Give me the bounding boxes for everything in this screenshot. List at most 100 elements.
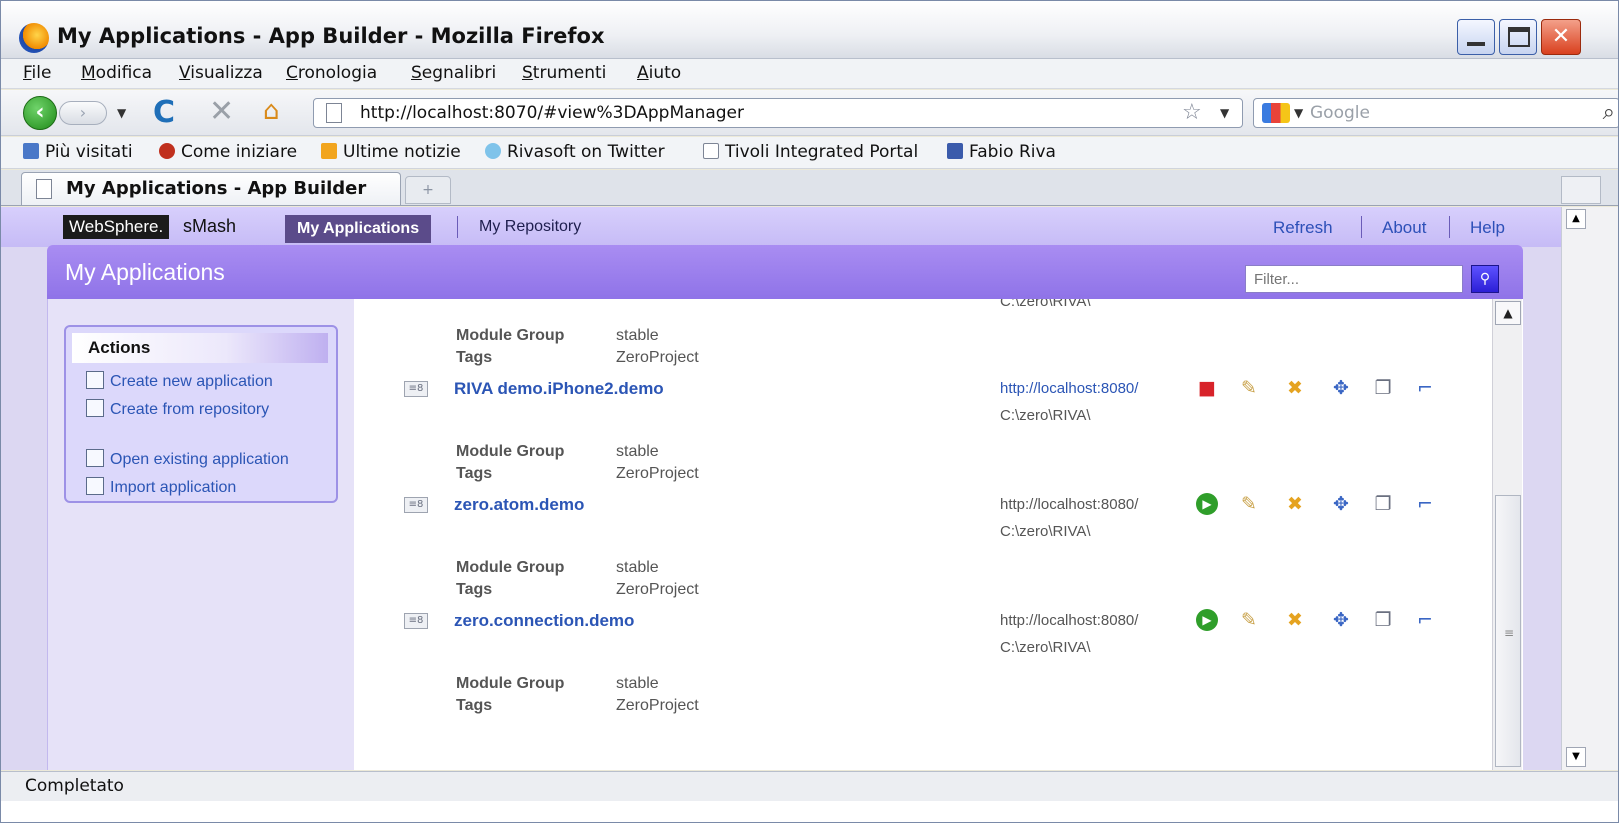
module-group-label: Module Group [456,675,565,692]
home-icon[interactable]: ⌂ [263,96,280,126]
nav-divider [1361,216,1362,238]
create-from-repository-link[interactable]: Create from repository [86,399,269,419]
reload-icon[interactable]: C [153,95,175,130]
filter-search-button[interactable]: ⚲ [1471,265,1499,293]
tags-label: Tags [456,581,493,598]
close-button[interactable]: ✕ [1541,19,1581,55]
minimize-button[interactable] [1457,19,1495,55]
main-panel: Actions Create new application Create fr… [47,299,1523,770]
scroll-down-icon[interactable]: ▼ [1566,747,1586,767]
forward-button[interactable]: › [59,101,107,125]
page-icon [703,143,719,159]
move-icon[interactable]: ✥ [1330,609,1352,631]
create-new-application-link[interactable]: Create new application [86,371,273,391]
menu-file[interactable]: File [23,63,51,83]
tab-label: My Applications - App Builder [66,178,367,199]
bookmark-most-visited[interactable]: Più visitati [23,142,133,162]
start-app-icon[interactable]: ▶ [1196,609,1218,631]
bookmark-tivoli[interactable]: Tivoli Integrated Portal [703,142,918,162]
refresh-link[interactable]: Refresh [1273,218,1333,238]
app-url-link[interactable]: http://localhost:8080/ [1000,380,1138,397]
menu-segnalibri[interactable]: Segnalibri [411,63,496,83]
app-name-link[interactable]: zero.atom.demo [454,495,584,515]
import-icon [86,477,104,495]
console-icon[interactable]: ⌐ [1414,377,1436,399]
edit-icon[interactable]: ✎ [1238,493,1260,515]
page-banner: My Applications ⚲ [47,245,1523,299]
move-icon[interactable]: ✥ [1330,493,1352,515]
nav-my-repository[interactable]: My Repository [479,218,581,236]
delete-icon[interactable]: ✖ [1284,377,1306,399]
console-icon[interactable]: ⌐ [1414,609,1436,631]
edit-icon[interactable]: ✎ [1238,609,1260,631]
search-placeholder[interactable]: Google [1310,103,1370,123]
bookmark-come-iniziare[interactable]: Come iniziare [159,142,297,162]
status-text: Completato [25,776,124,796]
url-bar[interactable]: http://localhost:8070/#view%3DAppManager… [313,98,1243,128]
stop-app-icon[interactable]: ■ [1196,377,1218,399]
delete-icon[interactable]: ✖ [1284,609,1306,631]
about-link[interactable]: About [1382,218,1426,238]
move-icon[interactable]: ✥ [1330,377,1352,399]
filter-input[interactable] [1245,265,1463,293]
bookmark-label: Fabio Riva [969,142,1056,162]
scroll-up-icon[interactable]: ▲ [1495,301,1521,325]
menu-cronologia[interactable]: Cronologia [286,63,377,83]
new-tab-button[interactable]: + [405,176,451,204]
page-scrollbar[interactable]: ▲ ▼ [1561,207,1618,770]
desktop-background [1,801,1618,822]
app-name-link[interactable]: zero.connection.demo [454,611,634,631]
search-engine-dropdown-icon[interactable]: ▼ [1294,106,1303,120]
url-dropdown-icon[interactable]: ▼ [1220,106,1229,120]
title-bar: My Applications - App Builder - Mozilla … [1,1,1618,59]
menu-modifica[interactable]: Modifica [81,63,152,83]
grip-icon: ≡ [1504,626,1515,640]
app-url-link[interactable]: http://localhost:8080/ [1000,612,1138,629]
app-path: C:\zero\RIVA\ [1000,639,1091,656]
scroll-up-icon[interactable]: ▲ [1566,209,1586,229]
application-list: C:\zero\RIVA\ Module Group stable Tags Z… [386,299,1460,729]
most-visited-icon [23,143,39,159]
nav-my-applications[interactable]: My Applications [285,215,432,243]
scrollbar-thumb[interactable]: ≡ [1495,495,1521,767]
open-existing-application-link[interactable]: Open existing application [86,449,289,469]
console-icon[interactable]: ⌐ [1414,493,1436,515]
copy-icon[interactable]: ❐ [1372,609,1394,631]
menu-aiuto[interactable]: Aiuto [637,63,681,83]
module-group-value: stable [616,443,659,460]
back-button[interactable]: ‹ [23,96,57,130]
edit-icon[interactable]: ✎ [1238,377,1260,399]
open-file-icon [86,449,104,467]
web-content: WebSphere. sMash My Applications My Repo… [1,207,1561,770]
menu-strumenti[interactable]: Strumenti [522,63,606,83]
status-bar: Completato [1,771,1618,801]
google-icon[interactable] [1262,103,1290,123]
stop-icon[interactable]: ✕ [209,94,234,129]
search-icon[interactable]: ⌕ [1603,100,1615,125]
action-label: Create new application [110,373,273,390]
search-box[interactable]: ▼ Google ⌕ [1253,98,1618,128]
product-name: sMash [183,216,237,236]
help-link[interactable]: Help [1470,218,1505,238]
bookmark-ultime-notizie[interactable]: Ultime notizie [321,142,461,162]
list-scrollbar[interactable]: ▲ ≡ [1492,299,1522,770]
bookmark-fabio-riva[interactable]: Fabio Riva [947,142,1056,162]
app-url-link[interactable]: http://localhost:8080/ [1000,496,1138,513]
import-application-link[interactable]: Import application [86,477,236,497]
copy-icon[interactable]: ❐ [1372,493,1394,515]
start-app-icon[interactable]: ▶ [1196,493,1218,515]
search-icon: ⚲ [1479,271,1491,287]
maximize-button[interactable] [1499,19,1537,55]
bookmark-star-icon[interactable]: ☆ [1182,100,1202,125]
bookmark-rivasoft-twitter[interactable]: Rivasoft on Twitter [485,142,665,162]
history-dropdown-icon[interactable]: ▼ [117,106,126,120]
menu-visualizza[interactable]: Visualizza [179,63,263,83]
tab-my-applications[interactable]: My Applications - App Builder [21,172,401,205]
tab-list-button[interactable] [1561,176,1601,204]
bookmark-label: Rivasoft on Twitter [507,142,665,162]
copy-icon[interactable]: ❐ [1372,377,1394,399]
url-text[interactable]: http://localhost:8070/#view%3DAppManager [360,103,744,123]
delete-icon[interactable]: ✖ [1284,493,1306,515]
app-name-link[interactable]: RIVA demo.iPhone2.demo [454,379,664,399]
bookmarks-bar: Più visitati Come iniziare Ultime notizi… [1,137,1618,169]
